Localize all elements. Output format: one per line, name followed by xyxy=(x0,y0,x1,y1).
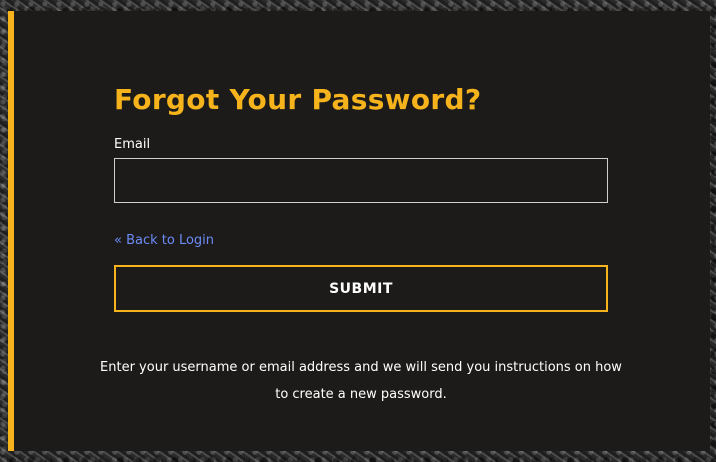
instructions-text: Enter your username or email address and… xyxy=(100,360,622,402)
page-title: Forgot Your Password? xyxy=(114,83,482,116)
forgot-password-panel: Forgot Your Password? Email « Back to Lo… xyxy=(8,11,710,451)
email-label: Email xyxy=(114,137,151,152)
email-field[interactable] xyxy=(114,158,608,203)
submit-button[interactable]: SUBMIT xyxy=(114,265,608,312)
back-to-login-link[interactable]: « Back to Login xyxy=(114,233,214,248)
